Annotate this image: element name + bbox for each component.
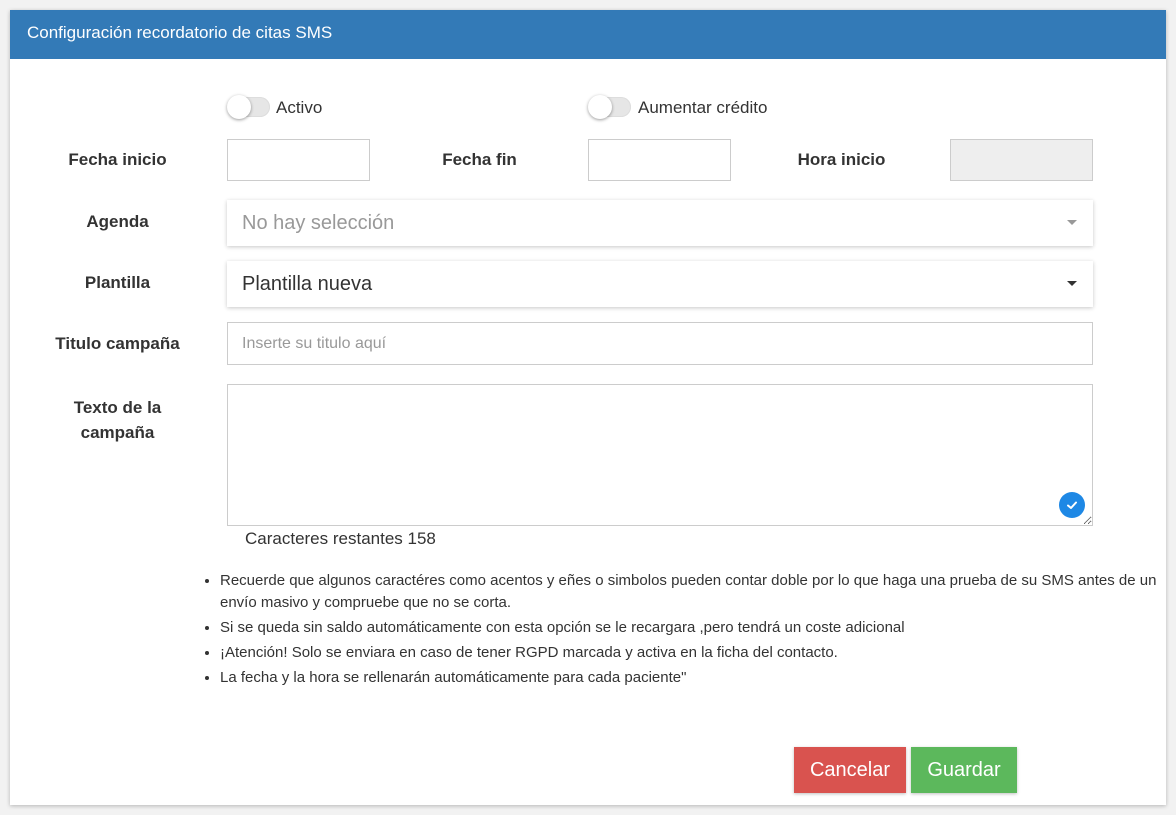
toggle-aumentar-credito-knob — [588, 95, 612, 119]
titulo-label: Titulo campaña — [55, 334, 180, 353]
plantilla-select-value: Plantilla nueva — [242, 273, 373, 295]
titulo-input[interactable] — [227, 322, 1093, 365]
note-item: Si se queda sin saldo automáticamente co… — [220, 617, 1176, 639]
hora-inicio-input — [950, 139, 1093, 181]
toggle-activo-knob — [227, 95, 251, 119]
caret-down-icon — [1067, 281, 1077, 286]
note-item: Recuerde que algunos caractéres como ace… — [220, 570, 1176, 614]
modal-title: Configuración recordatorio de citas SMS — [27, 23, 333, 42]
checkmark-icon — [1059, 492, 1085, 518]
note-item: ¡Atención! Solo se enviara en caso de te… — [220, 642, 1176, 664]
caret-down-icon — [1067, 220, 1077, 225]
fecha-inicio-label: Fecha inicio — [68, 150, 167, 169]
texto-label: Texto de la campaña — [50, 395, 185, 445]
texto-textarea[interactable] — [227, 384, 1093, 526]
toggle-aumentar-credito-label: Aumentar crédito — [638, 98, 768, 117]
toggle-aumentar-credito[interactable] — [588, 95, 631, 119]
notes-list: Recuerde que algunos caractéres como ace… — [200, 570, 1176, 692]
toggle-activo[interactable] — [227, 95, 270, 119]
plantilla-label: Plantilla — [84, 273, 151, 292]
checkmark-icon-svg — [1067, 501, 1077, 509]
hora-inicio-label: Hora inicio — [797, 150, 886, 169]
cancel-button[interactable]: Cancelar — [794, 747, 906, 793]
plantilla-select[interactable]: Plantilla nueva — [227, 261, 1093, 307]
save-button[interactable]: Guardar — [911, 747, 1017, 793]
agenda-label: Agenda — [86, 212, 149, 231]
texto-label-line1: Texto de la — [73, 398, 162, 417]
agenda-select-value: No hay selección — [242, 212, 395, 234]
note-item: La fecha y la hora se rellenarán automát… — [220, 667, 1176, 689]
fecha-fin-label: Fecha fin — [442, 150, 517, 169]
fecha-fin-input[interactable] — [588, 139, 731, 181]
sms-config-modal: Configuración recordatorio de citas SMS … — [10, 10, 1166, 805]
caracteres-restantes: Caracteres restantes 158 — [245, 529, 436, 548]
modal-header: Configuración recordatorio de citas SMS — [10, 10, 1166, 59]
agenda-select[interactable]: No hay selección — [227, 200, 1093, 246]
fecha-inicio-input[interactable] — [227, 139, 370, 181]
texto-label-line2: campaña — [80, 423, 155, 442]
toggle-activo-label: Activo — [276, 98, 323, 117]
